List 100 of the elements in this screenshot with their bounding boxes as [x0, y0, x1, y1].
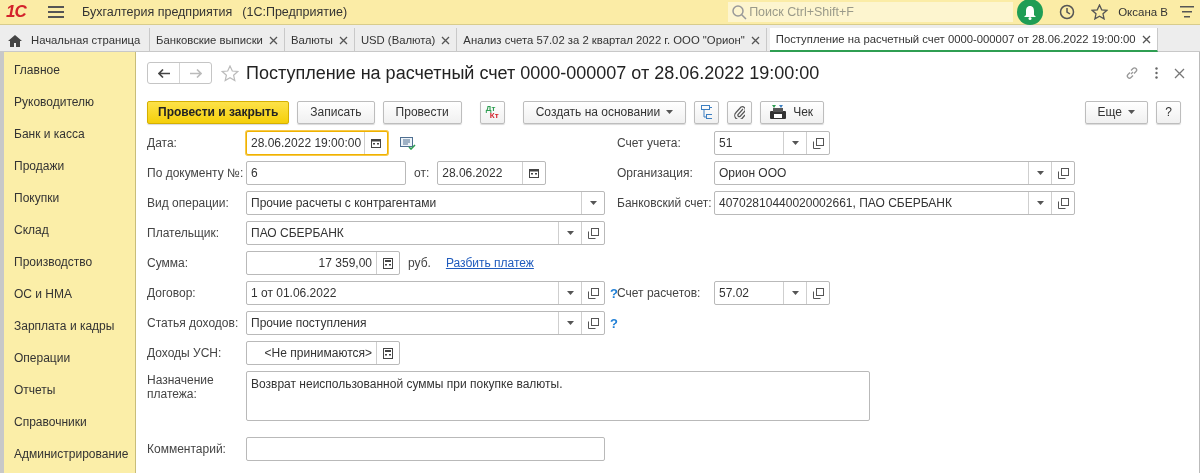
help-button[interactable]: ?	[1156, 100, 1181, 124]
sidebar-item[interactable]: Руководителю	[14, 95, 95, 109]
select-field[interactable]: 51	[714, 131, 830, 155]
printer-icon	[769, 104, 788, 120]
select-field[interactable]: Прочие расчеты с контрагентами	[246, 191, 605, 215]
dropdown-icon[interactable]	[589, 201, 597, 205]
more-button[interactable]: Еще	[1084, 100, 1148, 124]
dropdown-icon[interactable]	[566, 321, 574, 325]
date-field[interactable]: 28.06.2022	[437, 161, 547, 185]
field-label: Статья доходов:	[147, 316, 240, 330]
sidebar-item[interactable]: Банк и касса	[14, 127, 85, 141]
structure-button[interactable]	[694, 100, 720, 124]
field-label: Плательщик:	[147, 226, 221, 240]
star-icon[interactable]	[221, 64, 239, 82]
field-label: По документу №:	[147, 166, 245, 180]
user-name[interactable]: Оксана В	[1118, 6, 1168, 18]
link-icon[interactable]	[1125, 66, 1139, 80]
text-area[interactable]: Возврат неиспользованной суммы при покупке валюты.	[246, 371, 870, 421]
field-label: Назначение платежа:	[147, 372, 215, 401]
dropdown-icon[interactable]	[791, 141, 799, 145]
sidebar-item[interactable]: Отчеты	[14, 383, 56, 397]
open-icon[interactable]	[1057, 197, 1069, 209]
back-arrow-icon	[157, 68, 170, 78]
hierarchy-icon	[701, 105, 713, 119]
number-field[interactable]: <Не принимаются>	[246, 341, 400, 365]
paperclip-icon	[734, 105, 746, 119]
select-field[interactable]: 1 от 01.06.2022	[246, 281, 605, 305]
split-payment-link[interactable]: Разбить платеж	[445, 256, 534, 270]
field-label: Дата:	[147, 136, 178, 150]
field-label: Договор:	[147, 286, 197, 300]
sidebar-item[interactable]: Зарплата и кадры	[14, 319, 115, 333]
sidebar-item[interactable]: Справочники	[14, 415, 87, 429]
close-icon[interactable]	[338, 35, 348, 45]
create-based-on-button[interactable]: Создать на основании	[522, 100, 687, 124]
number-field[interactable]: 17 359,00	[246, 251, 400, 275]
sidebar-item[interactable]: Покупки	[14, 191, 60, 205]
close-icon[interactable]	[750, 35, 760, 45]
sidebar-item[interactable]: Главное	[14, 63, 60, 77]
sidebar-item[interactable]: Склад	[14, 223, 49, 237]
toolbar-button[interactable]: Записать	[297, 100, 375, 124]
text-field[interactable]	[246, 437, 605, 461]
document-title: Поступление на расчетный счет 0000-000007 от 28.06.2022 19:00:00	[246, 62, 820, 84]
select-field[interactable]: Прочие поступления	[246, 311, 605, 335]
open-icon[interactable]	[587, 227, 599, 239]
close-icon[interactable]	[268, 35, 278, 45]
open-icon[interactable]	[587, 287, 599, 299]
more-icon[interactable]	[1155, 67, 1158, 79]
entries-button[interactable]: Дт Кт	[479, 100, 505, 124]
app-subtitle: (1С:Предприятие)	[242, 5, 348, 19]
open-icon[interactable]	[587, 317, 599, 329]
calendar-icon[interactable]	[529, 168, 540, 178]
help-link[interactable]: ?	[610, 285, 618, 301]
select-field[interactable]: ПАО СБЕРБАНК	[246, 221, 605, 245]
attach-button[interactable]	[727, 100, 753, 124]
open-icon[interactable]	[812, 137, 824, 149]
select-field[interactable]: Орион ООО	[714, 161, 1075, 185]
sidebar-item[interactable]: Администрирование	[14, 447, 129, 461]
dropdown-icon[interactable]	[566, 291, 574, 295]
field-label: Счет учета:	[617, 136, 682, 150]
history-icon[interactable]	[1059, 4, 1076, 20]
dropdown-icon[interactable]	[1036, 201, 1044, 205]
help-link[interactable]: ?	[610, 315, 618, 331]
notifications-button[interactable]	[1017, 0, 1044, 25]
sidebar-item[interactable]: Продажи	[14, 159, 65, 173]
sidebar-item[interactable]: Операции	[14, 351, 71, 365]
sidebar-item[interactable]: Производство	[14, 255, 93, 269]
star-icon[interactable]	[1091, 4, 1109, 20]
calendar-icon[interactable]	[371, 138, 381, 148]
field-label: Вид операции:	[147, 196, 230, 210]
close-icon[interactable]	[441, 35, 451, 45]
sidebar-item[interactable]: ОС и НМА	[14, 287, 73, 301]
text-field[interactable]: 6	[246, 161, 406, 185]
dropdown-icon[interactable]	[1036, 171, 1044, 175]
field-label: Сумма:	[147, 256, 190, 270]
field-label: Банковский счет:	[617, 196, 713, 210]
dropdown-icon[interactable]	[1128, 110, 1135, 114]
close-icon[interactable]	[1174, 67, 1185, 79]
dropdown-icon[interactable]	[566, 231, 574, 235]
field-label: от:	[414, 166, 430, 180]
journal-icon[interactable]	[400, 136, 416, 150]
open-icon[interactable]	[1057, 167, 1069, 179]
menu-icon[interactable]	[48, 6, 64, 18]
menu-icon[interactable]	[1180, 6, 1194, 18]
calculator-icon[interactable]	[383, 347, 393, 359]
dropdown-icon[interactable]	[791, 291, 799, 295]
select-field[interactable]: 57.02	[714, 281, 830, 305]
dropdown-icon[interactable]	[666, 110, 674, 114]
calculator-icon[interactable]	[383, 257, 393, 269]
search-icon	[731, 4, 748, 20]
tab[interactable]: Поступление на расчетный счет 0000-000007 от 28.06.2022 19:00:00	[769, 28, 1158, 52]
home-icon	[8, 33, 22, 47]
select-field[interactable]: 40702810440020002661, ПАО СБЕРБАНК	[714, 191, 1075, 215]
field-label: Организация:	[617, 166, 694, 180]
bell-icon	[1023, 4, 1038, 20]
toolbar-button[interactable]: Провести	[382, 100, 462, 124]
open-icon[interactable]	[812, 287, 824, 299]
receipt-button[interactable]: Чек	[760, 100, 825, 124]
post-and-close-button[interactable]: Провести и закрыть	[147, 100, 290, 124]
close-icon[interactable]	[1141, 34, 1151, 44]
date-field[interactable]: 28.06.2022 19:00:00	[246, 131, 388, 155]
